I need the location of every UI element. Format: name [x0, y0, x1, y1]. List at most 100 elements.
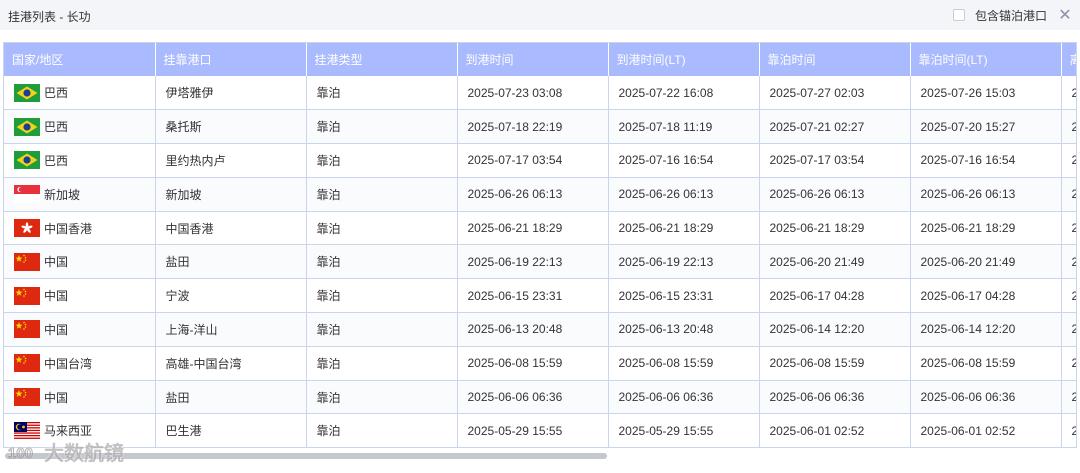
cell-arrival: 2025-06-08 15:59: [457, 346, 609, 381]
table-row[interactable]: 中国 盐田 靠泊 2025-06-19 22:13 2025-06-19 22:13 20…: [4, 244, 1076, 280]
cell-arrival: 2025-06-13 20:48: [457, 312, 609, 347]
flag-hongkong-icon: [14, 219, 44, 238]
col-header-country[interactable]: 国家/地区: [4, 43, 156, 76]
table-row[interactable]: 巴西 桑托斯 靠泊 2025-07-18 22:19 2025-07-18 11:19 2…: [4, 109, 1076, 145]
flag-brazil-icon: [14, 83, 44, 102]
col-header-port[interactable]: 挂靠港口: [155, 43, 307, 76]
cell-arrival-lt: 2025-05-29 15:55: [608, 413, 760, 447]
country-with-flag: 马来西亚: [14, 421, 155, 440]
col-header-berth[interactable]: 靠泊时间: [759, 43, 911, 76]
table-header-row: 国家/地区 挂靠港口 挂港类型 到港时间 到港时间(LT) 靠泊时间 靠泊时间(…: [4, 43, 1076, 76]
cell-berth: 2025-06-06 06:36: [759, 380, 911, 415]
horizontal-scrollbar[interactable]: [3, 452, 1077, 460]
cell-departure: 2: [1061, 244, 1076, 280]
cell-berth: 2025-07-17 03:54: [759, 143, 911, 178]
cell-departure: 2: [1061, 211, 1076, 246]
country-with-flag: 中国香港: [14, 219, 155, 238]
cell-call-type: 靠泊: [306, 244, 458, 280]
flag-brazil-icon: [14, 117, 44, 136]
cell-call-type: 靠泊: [306, 76, 458, 111]
flag-brazil-icon: [14, 151, 44, 170]
cell-departure: 2: [1061, 109, 1076, 145]
country-with-flag: 中国: [14, 388, 155, 407]
flag-china-icon: [14, 320, 44, 339]
table-row[interactable]: 中国 上海-洋山 靠泊 2025-06-13 20:48 2025-06-13 20:4…: [4, 312, 1076, 347]
cell-arrival-lt: 2025-06-26 06:13: [608, 177, 760, 212]
table-row[interactable]: 中国 宁波 靠泊 2025-06-15 23:31 2025-06-15 23:31 20…: [4, 278, 1076, 314]
cell-country: 中国: [4, 278, 156, 314]
cell-port: 里约热内卢: [155, 143, 307, 178]
country-name: 中国: [44, 255, 69, 270]
table-row[interactable]: 中国 盐田 靠泊 2025-06-06 06:36 2025-06-06 06:36 20…: [4, 380, 1076, 415]
cell-arrival: 2025-06-26 06:13: [457, 177, 609, 212]
cell-arrival: 2025-06-06 06:36: [457, 380, 609, 415]
include-anchorage-checkbox[interactable]: [953, 9, 965, 21]
col-header-departure[interactable]: 离: [1061, 43, 1076, 76]
cell-departure: 2: [1061, 380, 1076, 415]
cell-berth: 2025-06-21 18:29: [759, 211, 911, 246]
cell-arrival-lt: 2025-06-15 23:31: [608, 278, 760, 314]
table-row[interactable]: 巴西 伊塔雅伊 靠泊 2025-07-23 03:08 2025-07-22 16:08…: [4, 76, 1076, 111]
cell-country: 中国: [4, 244, 156, 280]
cell-berth-lt: 2025-06-01 02:52: [910, 413, 1062, 447]
col-header-berth-lt[interactable]: 靠泊时间(LT): [910, 43, 1062, 76]
country-with-flag: 中国: [14, 286, 155, 305]
cell-berth: 2025-06-20 21:49: [759, 244, 911, 280]
cell-berth: 2025-06-01 02:52: [759, 413, 911, 447]
close-icon[interactable]: ✕: [1055, 5, 1075, 25]
port-call-table: 国家/地区 挂靠港口 挂港类型 到港时间 到港时间(LT) 靠泊时间 靠泊时间(…: [4, 43, 1076, 447]
include-anchorage-option[interactable]: 包含锚泊港口: [953, 7, 1047, 23]
flag-singapore-icon: [14, 185, 44, 204]
cell-port: 宁波: [155, 278, 307, 314]
cell-call-type: 靠泊: [306, 177, 458, 212]
col-header-arrival-lt[interactable]: 到港时间(LT): [608, 43, 760, 76]
cell-arrival-lt: 2025-06-21 18:29: [608, 211, 760, 246]
cell-arrival-lt: 2025-06-08 15:59: [608, 346, 760, 381]
cell-country: 巴西: [4, 76, 156, 111]
cell-berth: 2025-06-14 12:20: [759, 312, 911, 347]
table-row[interactable]: 巴西 里约热内卢 靠泊 2025-07-17 03:54 2025-07-16 16:5…: [4, 143, 1076, 178]
cell-berth-lt: 2025-07-20 15:27: [910, 109, 1062, 145]
country-with-flag: 中国台湾: [14, 354, 155, 373]
cell-berth-lt: 2025-06-06 06:36: [910, 380, 1062, 415]
cell-call-type: 靠泊: [306, 278, 458, 314]
table-body: 巴西 伊塔雅伊 靠泊 2025-07-23 03:08 2025-07-22 16:08…: [4, 76, 1076, 447]
cell-berth: 2025-07-21 02:27: [759, 109, 911, 145]
scrollbar-thumb[interactable]: [5, 453, 607, 459]
port-call-table-container[interactable]: 国家/地区 挂靠港口 挂港类型 到港时间 到港时间(LT) 靠泊时间 靠泊时间(…: [3, 42, 1077, 448]
cell-port: 中国香港: [155, 211, 307, 246]
dialog-titlebar: 挂港列表 - 长功 包含锚泊港口 ✕: [0, 0, 1080, 30]
cell-call-type: 靠泊: [306, 143, 458, 178]
cell-arrival-lt: 2025-07-22 16:08: [608, 76, 760, 111]
country-with-flag: 中国: [14, 252, 155, 271]
table-row[interactable]: 中国香港 中国香港 靠泊 2025-06-21 18:29 2025-06-21 18:…: [4, 211, 1076, 246]
country-name: 巴西: [44, 120, 69, 135]
col-header-call-type[interactable]: 挂港类型: [306, 43, 458, 76]
include-anchorage-label[interactable]: 包含锚泊港口: [975, 7, 1047, 24]
cell-departure: 2: [1061, 312, 1076, 347]
country-with-flag: 巴西: [14, 117, 155, 136]
table-row[interactable]: 中国台湾 高雄-中国台湾 靠泊 2025-06-08 15:59 2025-06-08 …: [4, 346, 1076, 381]
cell-country: 中国台湾: [4, 346, 156, 381]
cell-berth: 2025-06-08 15:59: [759, 346, 911, 381]
country-name: 中国: [44, 390, 69, 405]
cell-call-type: 靠泊: [306, 413, 458, 447]
dialog-title: 挂港列表 - 长功: [8, 10, 91, 24]
cell-port: 伊塔雅伊: [155, 76, 307, 111]
country-name: 中国: [44, 322, 69, 337]
cell-departure: 2: [1061, 278, 1076, 314]
cell-call-type: 靠泊: [306, 346, 458, 381]
cell-berth-lt: 2025-07-26 15:03: [910, 76, 1062, 111]
cell-call-type: 靠泊: [306, 312, 458, 347]
country-name: 巴西: [44, 86, 69, 101]
cell-arrival: 2025-07-17 03:54: [457, 143, 609, 178]
col-header-arrival[interactable]: 到港时间: [457, 43, 609, 76]
table-row[interactable]: 新加坡 新加坡 靠泊 2025-06-26 06:13 2025-06-26 06:13…: [4, 177, 1076, 212]
table-row[interactable]: 马来西亚 巴生港 靠泊 2025-05-29 15:55 2025-05-29 15:5…: [4, 413, 1076, 447]
cell-berth: 2025-06-17 04:28: [759, 278, 911, 314]
cell-berth-lt: 2025-06-21 18:29: [910, 211, 1062, 246]
cell-arrival-lt: 2025-06-06 06:36: [608, 380, 760, 415]
country-name: 中国: [44, 289, 69, 304]
country-name: 中国香港: [44, 221, 93, 236]
cell-berth: 2025-07-27 02:03: [759, 76, 911, 111]
